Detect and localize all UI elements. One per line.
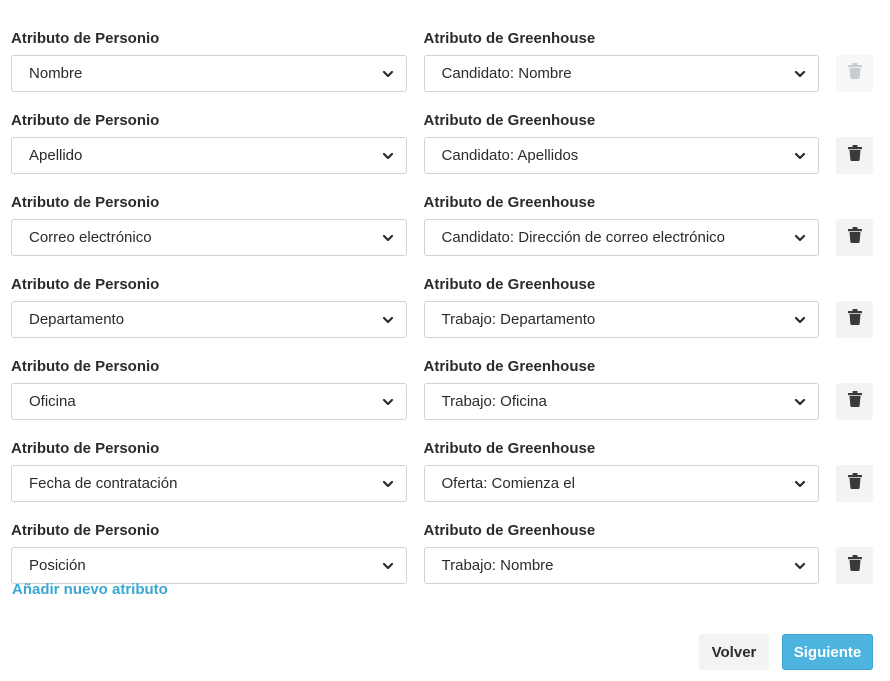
chevron-down-icon	[794, 232, 806, 244]
chevron-down-icon	[794, 150, 806, 162]
greenhouse-attribute-select[interactable]: Candidato: Nombre	[423, 55, 820, 92]
trash-icon	[847, 309, 862, 330]
trash-icon	[847, 227, 862, 248]
personio-attribute-select[interactable]: Departamento	[11, 301, 407, 338]
greenhouse-attribute-label: Atributo de Greenhouse	[423, 440, 596, 457]
personio-attribute-label: Atributo de Personio	[11, 30, 160, 47]
trash-icon	[847, 555, 862, 576]
greenhouse-attribute-value: Oferta: Comienza el	[441, 475, 575, 492]
greenhouse-attribute-select[interactable]: Trabajo: Nombre	[423, 547, 820, 584]
personio-attribute-label: Atributo de Personio	[11, 194, 160, 211]
personio-attribute-label: Atributo de Personio	[11, 112, 160, 129]
attribute-mapping-list: Atributo de Personio Nombre Atributo de …	[11, 10, 873, 584]
greenhouse-attribute-select[interactable]: Trabajo: Oficina	[423, 383, 820, 420]
personio-attribute-value: Posición	[29, 557, 86, 574]
personio-attribute-value: Nombre	[29, 65, 83, 82]
personio-attribute-label: Atributo de Personio	[11, 522, 160, 539]
personio-attribute-label: Atributo de Personio	[11, 276, 160, 293]
chevron-down-icon	[794, 314, 806, 326]
personio-attribute-value: Departamento	[29, 311, 125, 328]
chevron-down-icon	[382, 478, 394, 490]
personio-attribute-value: Apellido	[29, 147, 83, 164]
mapping-row: Atributo de Personio Correo electrónico …	[11, 174, 873, 256]
personio-attribute-label: Atributo de Personio	[11, 358, 160, 375]
personio-attribute-select[interactable]: Fecha de contratación	[11, 465, 407, 502]
personio-attribute-value: Oficina	[29, 393, 76, 410]
chevron-down-icon	[794, 560, 806, 572]
personio-attribute-select[interactable]: Nombre	[11, 55, 407, 92]
greenhouse-attribute-select[interactable]: Candidato: Apellidos	[423, 137, 820, 174]
mapping-row: Atributo de Personio Nombre Atributo de …	[11, 10, 873, 92]
personio-attribute-label: Atributo de Personio	[11, 440, 160, 457]
greenhouse-attribute-value: Candidato: Nombre	[441, 65, 572, 82]
greenhouse-attribute-label: Atributo de Greenhouse	[423, 112, 596, 129]
add-new-attribute-link[interactable]: Añadir nuevo atributo	[12, 581, 168, 598]
mapping-row: Atributo de Personio Departamento Atribu…	[11, 256, 873, 338]
delete-row-button[interactable]	[836, 465, 873, 502]
trash-icon	[847, 63, 862, 84]
personio-attribute-select[interactable]: Correo electrónico	[11, 219, 407, 256]
chevron-down-icon	[382, 68, 394, 80]
mapping-row: Atributo de Personio Apellido Atributo d…	[11, 92, 873, 174]
personio-attribute-select[interactable]: Oficina	[11, 383, 407, 420]
delete-row-button	[836, 55, 873, 92]
delete-row-button[interactable]	[836, 137, 873, 174]
chevron-down-icon	[382, 396, 394, 408]
chevron-down-icon	[382, 314, 394, 326]
chevron-down-icon	[382, 560, 394, 572]
greenhouse-attribute-select[interactable]: Oferta: Comienza el	[423, 465, 820, 502]
chevron-down-icon	[382, 150, 394, 162]
greenhouse-attribute-label: Atributo de Greenhouse	[423, 194, 596, 211]
delete-row-button[interactable]	[836, 301, 873, 338]
back-button[interactable]: Volver	[699, 634, 769, 670]
delete-row-button[interactable]	[836, 383, 873, 420]
greenhouse-attribute-value: Candidato: Dirección de correo electróni…	[441, 229, 725, 246]
greenhouse-attribute-value: Trabajo: Nombre	[441, 557, 554, 574]
personio-attribute-select[interactable]: Apellido	[11, 137, 407, 174]
chevron-down-icon	[794, 396, 806, 408]
chevron-down-icon	[794, 478, 806, 490]
mapping-row: Atributo de Personio Fecha de contrataci…	[11, 420, 873, 502]
greenhouse-attribute-label: Atributo de Greenhouse	[423, 522, 596, 539]
personio-attribute-value: Fecha de contratación	[29, 475, 178, 492]
greenhouse-attribute-select[interactable]: Trabajo: Departamento	[423, 301, 820, 338]
delete-row-button[interactable]	[836, 219, 873, 256]
greenhouse-attribute-label: Atributo de Greenhouse	[423, 276, 596, 293]
greenhouse-attribute-select[interactable]: Candidato: Dirección de correo electróni…	[423, 219, 820, 256]
personio-attribute-value: Correo electrónico	[29, 229, 152, 246]
greenhouse-attribute-value: Trabajo: Departamento	[441, 311, 596, 328]
greenhouse-attribute-label: Atributo de Greenhouse	[423, 30, 596, 47]
personio-attribute-select[interactable]: Posición	[11, 547, 407, 584]
trash-icon	[847, 473, 862, 494]
chevron-down-icon	[794, 68, 806, 80]
greenhouse-attribute-value: Candidato: Apellidos	[441, 147, 579, 164]
trash-icon	[847, 391, 862, 412]
delete-row-button[interactable]	[836, 547, 873, 584]
next-button[interactable]: Siguiente	[782, 634, 873, 670]
chevron-down-icon	[382, 232, 394, 244]
trash-icon	[847, 145, 862, 166]
greenhouse-attribute-value: Trabajo: Oficina	[441, 393, 547, 410]
mapping-row: Atributo de Personio Posición Atributo d…	[11, 502, 873, 584]
greenhouse-attribute-label: Atributo de Greenhouse	[423, 358, 596, 375]
mapping-row: Atributo de Personio Oficina Atributo de…	[11, 338, 873, 420]
